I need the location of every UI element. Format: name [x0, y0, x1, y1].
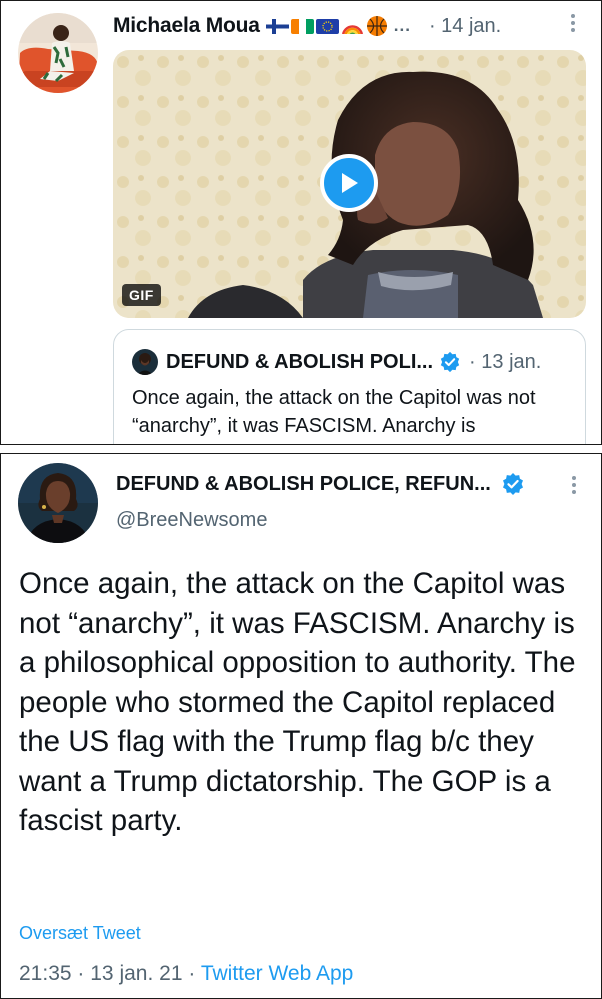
tweet-text: Once again, the attack on the Capitol wa…: [19, 567, 576, 837]
quoted-tweet-text: Once again, the attack on the Capitol wa…: [132, 387, 536, 437]
author-name[interactable]: Michaela Moua: [113, 14, 260, 38]
author-handle[interactable]: @BreeNewsome: [116, 509, 267, 532]
avatar[interactable]: [18, 13, 98, 93]
basketball-icon: [366, 15, 388, 37]
quoted-tweet-header: DEFUND & ABOLISH POLI... · 13 jan.: [132, 348, 575, 376]
play-icon: [342, 173, 358, 193]
tweet-panel-2: DEFUND & ABOLISH POLICE, REFUN... @BreeN…: [0, 453, 602, 999]
author-name[interactable]: DEFUND & ABOLISH POLICE, REFUN...: [116, 473, 491, 496]
name-truncation: ...: [393, 16, 411, 35]
author-name-row: DEFUND & ABOLISH POLICE, REFUN...: [116, 470, 525, 498]
tweet-header: Michaela Moua ... · 14 jan.: [113, 11, 585, 41]
play-button[interactable]: [320, 154, 378, 212]
quoted-avatar: [132, 349, 158, 375]
tweet-source-link[interactable]: Twitter Web App: [201, 962, 354, 985]
rainbow-icon: [341, 19, 364, 34]
flag-ivory-coast-icon: [290, 18, 314, 34]
tweet-time[interactable]: 21:35: [19, 962, 72, 985]
more-options-icon[interactable]: [563, 11, 583, 35]
verified-badge-icon: [501, 472, 525, 496]
tweet-date[interactable]: 13 jan. 21: [90, 962, 182, 985]
flag-finland-icon: [265, 18, 289, 34]
avatar[interactable]: [18, 463, 98, 543]
name-emojis: [265, 15, 388, 37]
quoted-tweet-date[interactable]: · 13 jan.: [469, 351, 541, 374]
quoted-author-name[interactable]: DEFUND & ABOLISH POLI...: [166, 351, 433, 374]
verified-badge-icon: [439, 351, 461, 373]
separator: ·: [77, 962, 85, 985]
gif-media[interactable]: GIF: [113, 50, 586, 318]
tweet-metadata: 21:35 · 13 jan. 21 · Twitter Web App: [19, 962, 353, 986]
more-options-icon[interactable]: [564, 473, 584, 497]
separator: ·: [188, 962, 196, 985]
flag-eu-icon: [315, 18, 339, 34]
tweet-panel-1: Michaela Moua ... · 14 jan. GIF DEFUND &…: [0, 0, 602, 445]
translate-tweet-link[interactable]: Oversæt Tweet: [19, 923, 141, 944]
gif-badge: GIF: [122, 284, 161, 306]
quoted-tweet[interactable]: DEFUND & ABOLISH POLI... · 13 jan. Once …: [113, 329, 586, 444]
tweet-date[interactable]: · 14 jan.: [429, 15, 501, 38]
